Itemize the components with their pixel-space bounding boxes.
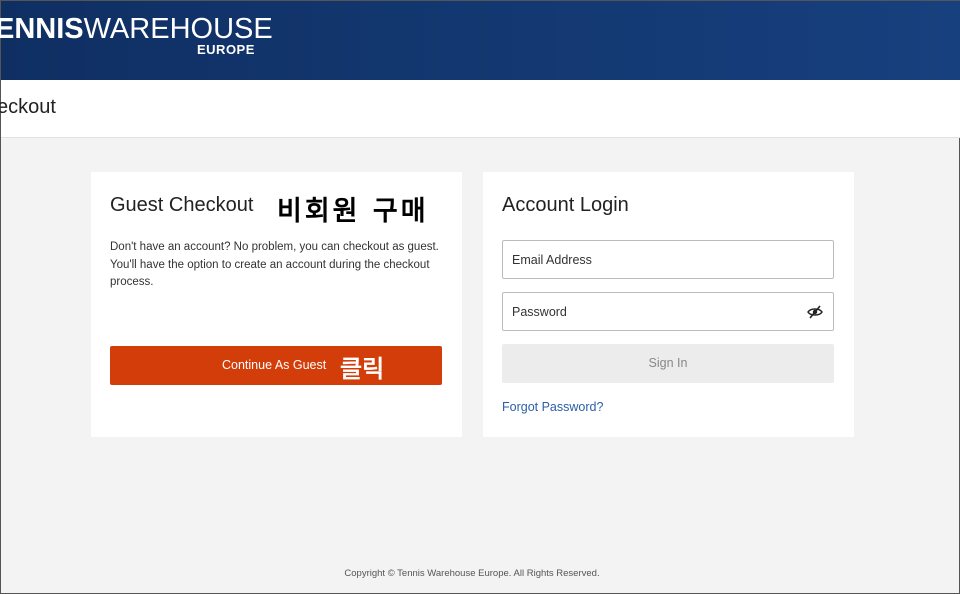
account-login-title: Account Login — [502, 194, 629, 216]
logo-light-text: WAREHOUSE — [83, 13, 273, 45]
email-field-wrapper — [502, 240, 834, 279]
eye-slash-icon[interactable] — [807, 304, 823, 320]
guest-annotation: 비회원 구매 — [277, 196, 429, 227]
page-title-bar: eckout — [0, 80, 960, 138]
footer-copyright: Copyright © Tennis Warehouse Europe. All… — [344, 568, 600, 579]
sign-in-label: Sign In — [648, 356, 688, 370]
guest-checkout-title: Guest Checkout — [110, 194, 254, 216]
sign-in-button[interactable]: Sign In — [502, 344, 834, 383]
site-header: ENNISWAREHOUSE EUROPE — [0, 1, 960, 80]
guest-description: Don't have an account? No problem, you c… — [110, 241, 439, 288]
continue-as-guest-label: Continue As Guest — [222, 358, 327, 372]
email-field[interactable] — [503, 241, 833, 278]
account-login-card: Account Login Sign In Forgot Password? — [483, 172, 854, 437]
password-field[interactable] — [503, 293, 833, 330]
click-annotation: 클릭 — [340, 355, 385, 383]
guest-checkout-card: Guest Checkout 비회원 구매 Don't have an acco… — [91, 172, 462, 437]
password-field-wrapper — [502, 292, 834, 331]
logo-subtitle: EUROPE — [197, 42, 255, 57]
continue-as-guest-button[interactable]: Continue As Guest 클릭 — [110, 346, 442, 385]
page-title: eckout — [0, 96, 56, 118]
forgot-password-link[interactable]: Forgot Password? — [502, 400, 603, 414]
logo-bold-text: ENNIS — [0, 13, 84, 45]
